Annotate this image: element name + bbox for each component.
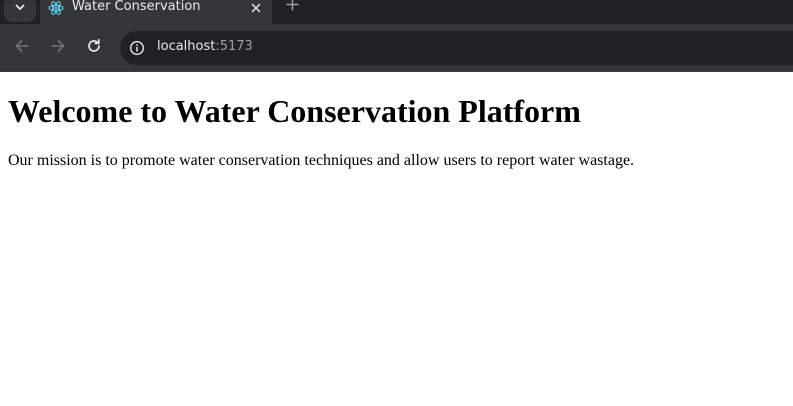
address-bar[interactable]: localhost:5173 bbox=[120, 31, 793, 65]
close-icon[interactable] bbox=[248, 0, 264, 16]
toolbar: localhost:5173 bbox=[0, 24, 793, 71]
tab-strip: Water Conservation bbox=[0, 0, 793, 24]
plus-icon bbox=[285, 0, 299, 16]
url-host: localhost bbox=[157, 39, 216, 54]
mission-text: Our mission is to promote water conserva… bbox=[8, 152, 635, 169]
forward-button[interactable] bbox=[46, 36, 70, 60]
arrow-left-icon bbox=[14, 38, 30, 59]
chevron-down-icon bbox=[14, 0, 26, 18]
page-heading: Welcome to Water Conservation Platform bbox=[8, 93, 581, 129]
back-button[interactable] bbox=[10, 36, 34, 60]
new-tab-button[interactable] bbox=[282, 0, 302, 17]
react-logo-icon bbox=[48, 0, 64, 16]
url-text[interactable]: localhost:5173 bbox=[157, 39, 253, 54]
reload-button[interactable] bbox=[82, 36, 106, 60]
reload-icon bbox=[86, 38, 102, 59]
url-port: :5173 bbox=[215, 39, 253, 54]
arrow-right-icon bbox=[50, 38, 66, 59]
tab-list-button[interactable] bbox=[4, 0, 36, 22]
browser-chrome: Water Conservation localhost:5173 bbox=[0, 0, 793, 72]
tab-water-conservation[interactable]: Water Conservation bbox=[40, 0, 272, 24]
tab-title: Water Conservation bbox=[72, 0, 201, 14]
page-content: Welcome to Water Conservation Platform O… bbox=[0, 72, 793, 406]
info-icon[interactable] bbox=[129, 40, 145, 56]
